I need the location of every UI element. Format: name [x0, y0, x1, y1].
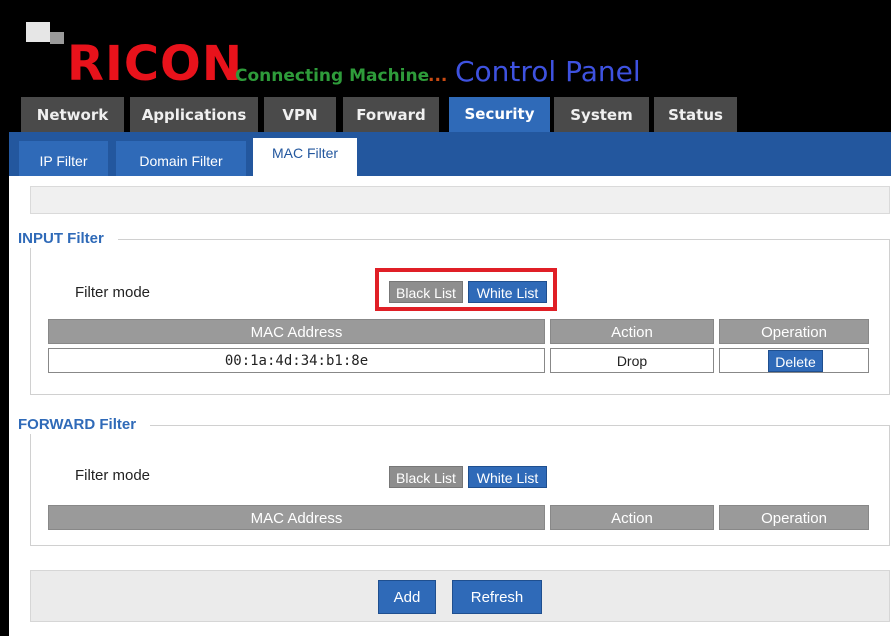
table-row-mac: 00:1a:4d:34:b1:8e — [48, 348, 545, 373]
brand-tagline-suffix: ... — [428, 66, 448, 86]
forward-col-mac-address: MAC Address — [48, 505, 545, 530]
subtab-domain-filter[interactable]: Domain Filter — [116, 141, 246, 176]
input-filter-legend: INPUT Filter — [18, 230, 118, 248]
brand-tagline: Connecting Machine — [235, 66, 430, 86]
input-col-action: Action — [550, 319, 714, 344]
table-row-action: Drop — [550, 348, 714, 373]
forward-black-list-button[interactable]: Black List — [389, 466, 463, 488]
add-button[interactable]: Add — [378, 580, 436, 614]
forward-filter-mode-label: Filter mode — [75, 467, 151, 484]
forward-col-action: Action — [550, 505, 714, 530]
tab-forward[interactable]: Forward — [343, 97, 439, 132]
brand-name: RICON — [67, 36, 244, 92]
tab-security[interactable]: Security — [449, 97, 550, 132]
delete-button[interactable]: Delete — [768, 350, 823, 372]
tab-network[interactable]: Network — [21, 97, 124, 132]
tab-applications[interactable]: Applications — [130, 97, 258, 132]
tab-status[interactable]: Status — [654, 97, 737, 132]
refresh-button[interactable]: Refresh — [452, 580, 542, 614]
input-filter-mode-label: Filter mode — [75, 284, 151, 301]
subtab-mac-filter[interactable]: MAC Filter — [253, 138, 357, 176]
subtab-ip-filter[interactable]: IP Filter — [19, 141, 108, 176]
left-border — [0, 0, 9, 636]
control-panel-window: RICON Connecting Machine ... Control Pan… — [0, 0, 891, 636]
tab-system[interactable]: System — [554, 97, 649, 132]
tab-vpn[interactable]: VPN — [264, 97, 336, 132]
input-col-operation: Operation — [719, 319, 869, 344]
page-title: Control Panel — [455, 55, 641, 88]
forward-filter-legend: FORWARD Filter — [18, 416, 151, 434]
forward-white-list-button[interactable]: White List — [468, 466, 547, 488]
input-col-mac-address: MAC Address — [48, 319, 545, 344]
sub-tabs: IP Filter Domain Filter MAC Filter — [9, 132, 891, 176]
forward-col-operation: Operation — [719, 505, 869, 530]
highlight-box — [375, 268, 557, 311]
status-strip — [30, 186, 890, 214]
ricon-logo-icon — [26, 22, 64, 58]
